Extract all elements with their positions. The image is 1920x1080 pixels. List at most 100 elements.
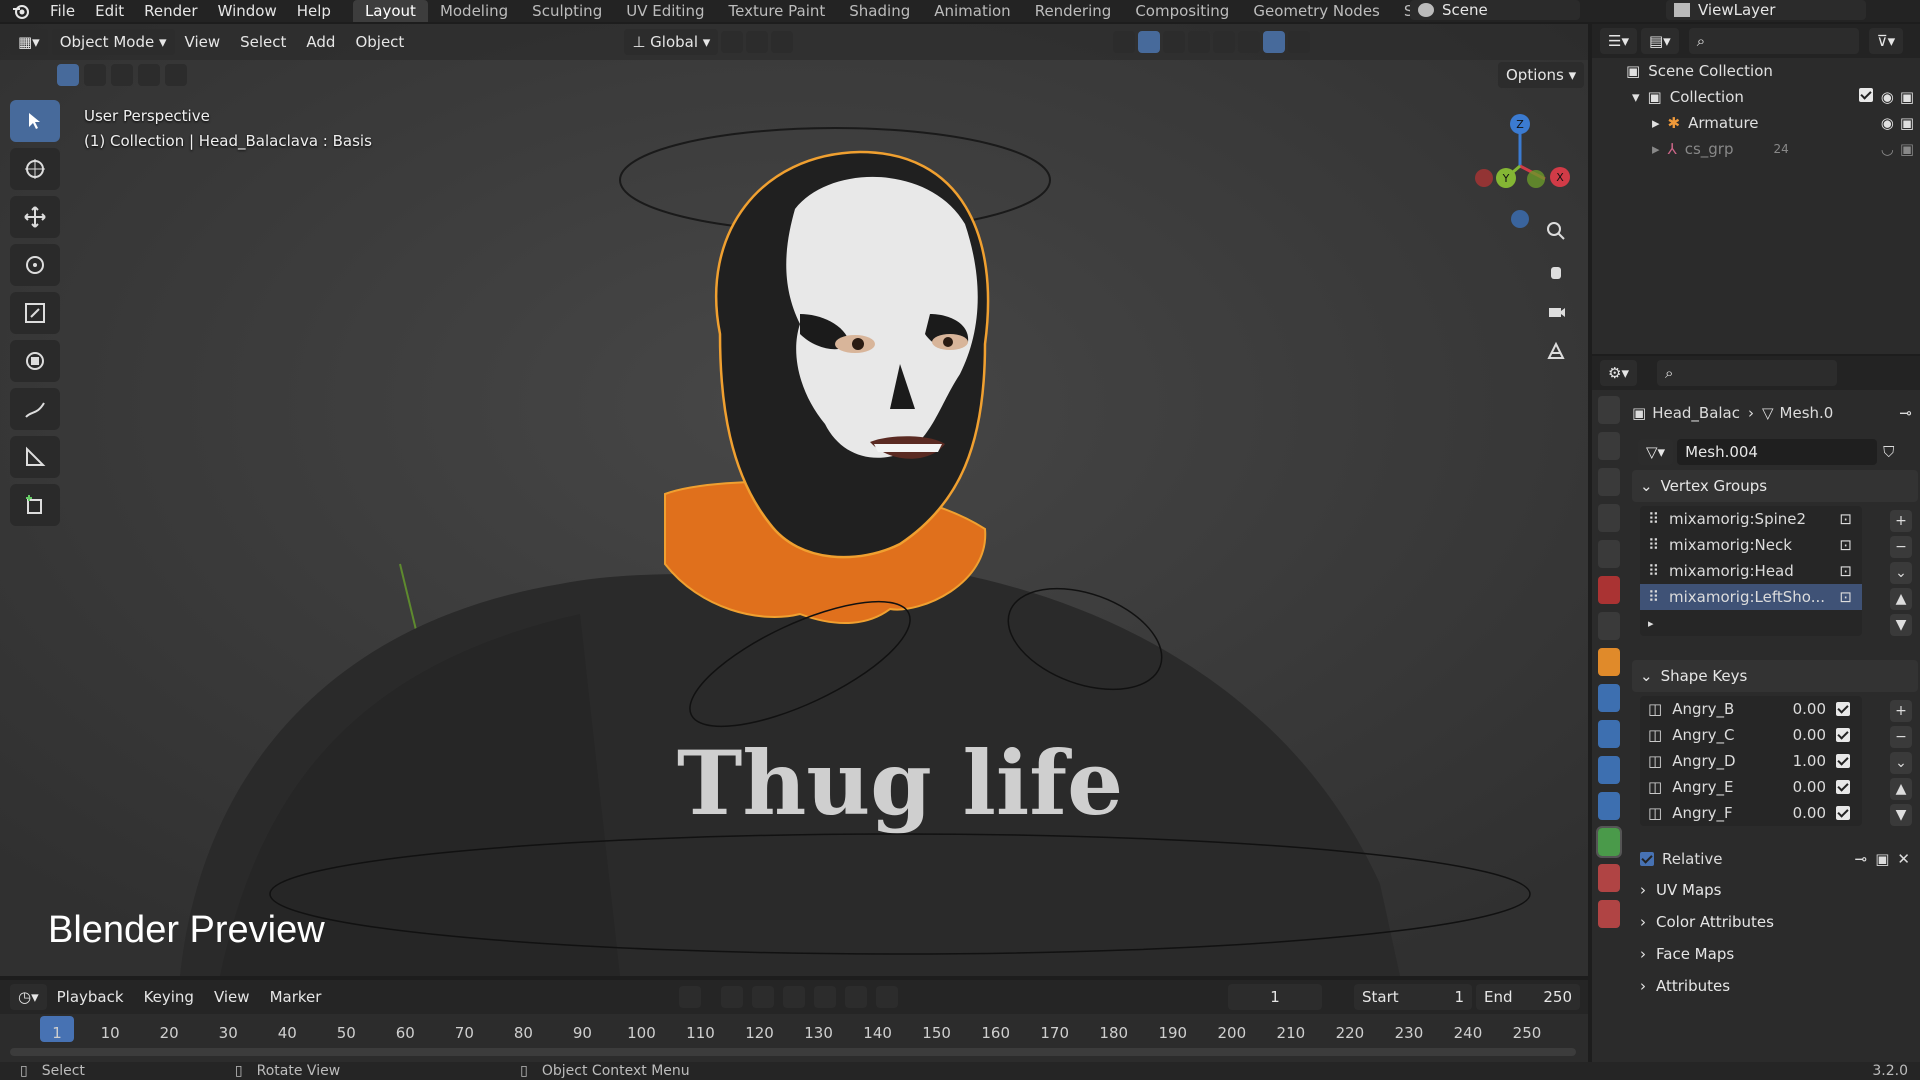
menu-render[interactable]: Render bbox=[134, 0, 207, 22]
shape-key-mute-checkbox[interactable] bbox=[1836, 754, 1850, 768]
shape-key-item[interactable]: ◫ Angry_E 0.00 bbox=[1640, 774, 1862, 800]
lock-icon[interactable]: ⊡ bbox=[1839, 588, 1852, 606]
transform-tool[interactable] bbox=[10, 340, 60, 382]
wireframe-shading-icon[interactable] bbox=[1213, 31, 1236, 53]
workspace-tab-modeling[interactable]: Modeling bbox=[428, 0, 520, 22]
shape-keys-list[interactable]: ◫ Angry_B 0.00 ◫ Angry_C 0.00 ◫ Angry_D 1.00 ◫ Ang… bbox=[1640, 696, 1862, 826]
material-tab-icon[interactable] bbox=[1598, 864, 1620, 892]
menu-help[interactable]: Help bbox=[287, 0, 341, 22]
remove-shape-key-button[interactable]: − bbox=[1890, 726, 1912, 748]
3d-viewport[interactable]: Thug life ▦▾ Object Mode ▾ View Select Add… bbox=[0, 24, 1588, 976]
outliner-item-armature[interactable]: ▸ ✱ Armature ◉ ▣ bbox=[1592, 110, 1920, 136]
workspace-tab-shading[interactable]: Shading bbox=[837, 0, 922, 22]
options-button[interactable]: Options ▾ bbox=[1498, 62, 1585, 88]
camera-icon[interactable]: ▣ bbox=[1900, 140, 1914, 158]
disclosure-open-icon[interactable]: ▾ bbox=[1632, 88, 1640, 106]
mode-selector[interactable]: Object Mode ▾ bbox=[51, 29, 175, 55]
panel-header-attributes[interactable]: › Attributes bbox=[1632, 970, 1918, 1002]
render-tab-icon[interactable] bbox=[1598, 432, 1620, 460]
camera-view-icon[interactable] bbox=[1538, 294, 1574, 328]
eye-icon[interactable]: ◉ bbox=[1881, 114, 1894, 132]
camera-icon[interactable]: ▣ bbox=[1900, 114, 1914, 132]
collection-tab-icon[interactable] bbox=[1598, 612, 1620, 640]
scale-tool[interactable] bbox=[10, 292, 60, 334]
shape-key-mute-checkbox[interactable] bbox=[1836, 702, 1850, 716]
world-tab-icon[interactable] bbox=[1598, 576, 1620, 604]
frame-ruler[interactable]: 1 10 20 30 40 50 60 70 80 90 100 110 120 130 140 150 160… bbox=[0, 1020, 1588, 1050]
material-shading-icon[interactable] bbox=[1263, 31, 1286, 53]
move-down-button[interactable]: ▼ bbox=[1890, 804, 1912, 826]
blender-logo-icon[interactable] bbox=[10, 0, 32, 22]
move-up-button[interactable]: ▲ bbox=[1890, 778, 1912, 800]
view-layer-selector[interactable]: ViewLayer bbox=[1666, 0, 1866, 20]
select-subtract-icon[interactable] bbox=[111, 64, 133, 86]
panel-header-uv-maps[interactable]: › UV Maps bbox=[1632, 874, 1918, 906]
particles-tab-icon[interactable] bbox=[1598, 720, 1620, 748]
shape-key-value[interactable]: 0.00 bbox=[1793, 778, 1826, 796]
filter-icon[interactable]: ⊽▾ bbox=[1868, 28, 1904, 54]
pin-icon[interactable]: ⊸ bbox=[1899, 404, 1912, 422]
workspace-tab-layout[interactable]: Layout bbox=[352, 0, 428, 22]
workspace-tab-texture-paint[interactable]: Texture Paint bbox=[716, 0, 837, 22]
outliner-editor[interactable]: ☰▾ ▤▾ ⌕ ⊽▾ ▣ Scene Collection ▾ ▣ Collectio… bbox=[1592, 24, 1920, 354]
view-layer-tab-icon[interactable] bbox=[1598, 504, 1620, 532]
select-intersect-icon[interactable] bbox=[165, 64, 187, 86]
shape-key-item[interactable]: ◫ Angry_F 0.00 bbox=[1640, 800, 1862, 826]
next-keyframe-icon[interactable] bbox=[845, 986, 867, 1008]
shape-keys-panel-header[interactable]: ⌄ Shape Keys bbox=[1632, 660, 1918, 692]
measure-tool[interactable] bbox=[10, 436, 60, 478]
select-new-icon[interactable] bbox=[57, 64, 79, 86]
cursor-tool[interactable] bbox=[10, 148, 60, 190]
workspace-tab-uv-editing[interactable]: UV Editing bbox=[614, 0, 716, 22]
clear-shape-keys-icon[interactable]: ✕ bbox=[1897, 850, 1910, 868]
select-box-tool[interactable] bbox=[10, 100, 60, 142]
start-frame-field[interactable]: Start 1 bbox=[1354, 984, 1472, 1010]
mesh-browse-button[interactable]: ▽▾ bbox=[1638, 439, 1674, 465]
viewport-menu-object[interactable]: Object bbox=[345, 33, 414, 51]
xray-icon[interactable] bbox=[1188, 31, 1211, 53]
camera-icon[interactable]: ▣ bbox=[1900, 88, 1914, 106]
exclude-checkbox[interactable] bbox=[1858, 88, 1873, 106]
mesh-name-field[interactable]: Mesh.004 bbox=[1677, 439, 1878, 465]
workspace-tab-animation[interactable]: Animation bbox=[922, 0, 1022, 22]
timeline-menu-keying[interactable]: Keying bbox=[134, 988, 204, 1006]
vertex-group-item[interactable]: ⠿ mixamorig:Spine2 ⊡ bbox=[1640, 506, 1862, 532]
end-frame-field[interactable]: End 250 bbox=[1476, 984, 1580, 1010]
snap-icon[interactable] bbox=[746, 31, 769, 53]
disclosure-closed-icon[interactable]: ▸ bbox=[1652, 140, 1660, 158]
eye-hidden-icon[interactable]: ◡ bbox=[1881, 140, 1894, 158]
vertex-groups-list[interactable]: ⠿ mixamorig:Spine2 ⊡ ⠿ mixamorig:Neck ⊡ ⠿ mixam… bbox=[1640, 506, 1862, 636]
fake-user-shield-icon[interactable]: ⛉ bbox=[1883, 443, 1894, 461]
pivot-icon[interactable] bbox=[721, 31, 744, 53]
move-down-button[interactable]: ▼ bbox=[1890, 614, 1912, 636]
workspace-tab-rendering[interactable]: Rendering bbox=[1023, 0, 1124, 22]
shape-key-value[interactable]: 0.00 bbox=[1793, 700, 1826, 718]
shape-key-item[interactable]: ◫ Angry_C 0.00 bbox=[1640, 722, 1862, 748]
visibility-icon[interactable] bbox=[1113, 31, 1136, 53]
eye-icon[interactable]: ◉ bbox=[1881, 88, 1894, 106]
timeline-editor[interactable]: ◷▾ Playback Keying View Marker 1 Start 1 End… bbox=[0, 980, 1588, 1062]
tool-tab-icon[interactable] bbox=[1598, 396, 1620, 424]
output-tab-icon[interactable] bbox=[1598, 468, 1620, 496]
timeline-menu-playback[interactable]: Playback bbox=[47, 988, 134, 1006]
vertex-group-item[interactable]: ⠿ mixamorig:LeftSho... ⊡ bbox=[1640, 584, 1862, 610]
scene-tab-icon[interactable] bbox=[1598, 540, 1620, 568]
move-up-button[interactable]: ▲ bbox=[1890, 588, 1912, 610]
shape-key-specials-button[interactable]: ⌄ bbox=[1890, 752, 1912, 774]
solid-shading-icon[interactable] bbox=[1238, 31, 1261, 53]
list-expand-handle[interactable]: ▸ bbox=[1640, 610, 1862, 636]
mesh-data-tab-icon[interactable] bbox=[1596, 826, 1622, 858]
record-icon[interactable] bbox=[679, 986, 701, 1008]
shape-key-value[interactable]: 1.00 bbox=[1793, 752, 1826, 770]
menu-edit[interactable]: Edit bbox=[85, 0, 134, 22]
shape-key-item[interactable]: ◫ Angry_B 0.00 bbox=[1640, 696, 1862, 722]
prev-keyframe-icon[interactable] bbox=[752, 986, 774, 1008]
shape-key-mute-checkbox[interactable] bbox=[1836, 780, 1850, 794]
annotate-tool[interactable] bbox=[10, 388, 60, 430]
vertex-groups-panel-header[interactable]: ⌄ Vertex Groups bbox=[1632, 470, 1918, 502]
panel-header-face-maps[interactable]: › Face Maps bbox=[1632, 938, 1918, 970]
workspace-tab-geometry-nodes[interactable]: Geometry Nodes bbox=[1241, 0, 1392, 22]
orientation-selector[interactable]: ⊥ Global ▾ bbox=[624, 29, 719, 55]
timeline-scrollbar[interactable] bbox=[10, 1048, 1576, 1056]
select-invert-icon[interactable] bbox=[138, 64, 160, 86]
